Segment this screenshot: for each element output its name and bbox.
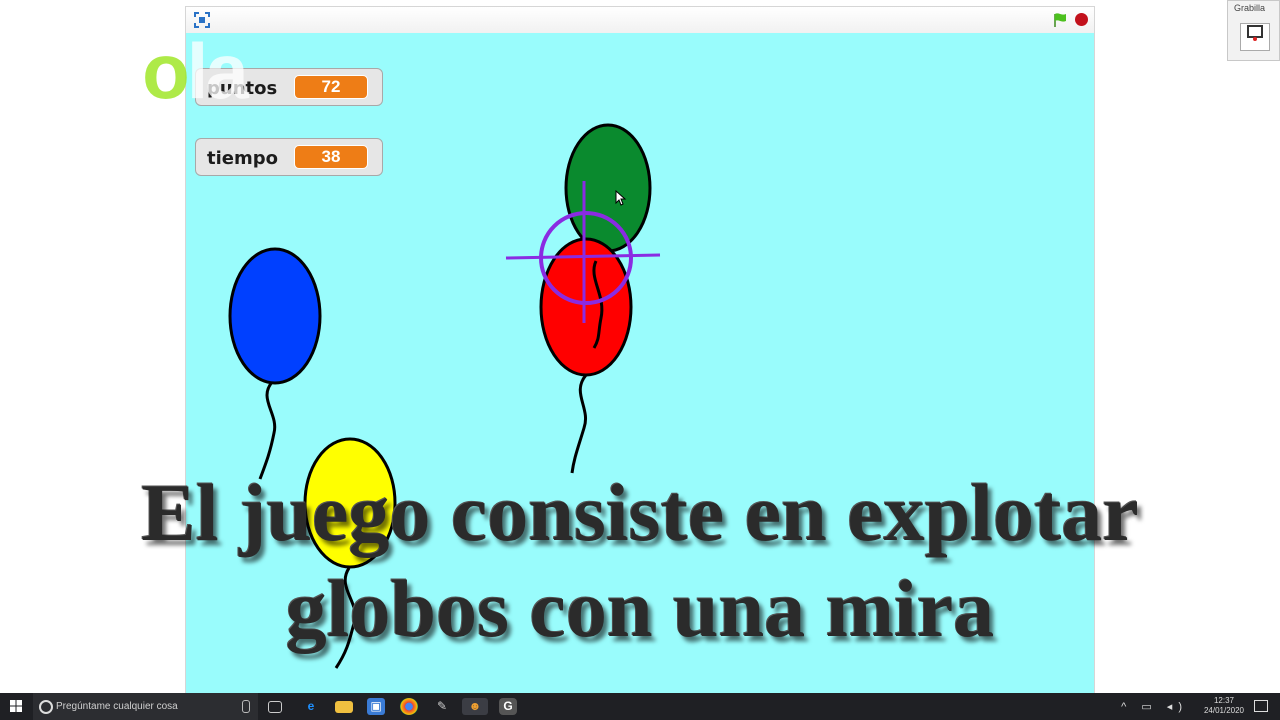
grabilla-app-icon[interactable]: G	[499, 698, 517, 715]
kizoa-watermark-logo: kizola	[47, 32, 249, 110]
search-placeholder: Pregúntame cualquier cosa	[56, 701, 178, 712]
microphone-icon[interactable]	[242, 700, 250, 713]
watermark-part: kiz	[47, 27, 145, 115]
windows-start-icon[interactable]	[10, 700, 22, 712]
balloon-blue[interactable]	[228, 247, 322, 480]
store-icon[interactable]: ▣	[367, 698, 385, 715]
green-flag-icon[interactable]	[1052, 12, 1068, 28]
stage-toolbar	[186, 7, 1094, 34]
system-tray-icons[interactable]: ^ ▭ ◂)	[1121, 700, 1188, 713]
windows-taskbar: Pregúntame cualquier cosa e ▣ ✎ ☻ G ^ ▭ …	[0, 693, 1280, 720]
stop-icon[interactable]	[1075, 13, 1088, 26]
watermark-part: o	[142, 27, 190, 115]
balloon-red[interactable]	[539, 237, 633, 474]
caption-line-2: globos con una mira	[285, 563, 995, 654]
mouse-cursor-icon	[615, 190, 627, 206]
edge-browser-icon[interactable]: e	[302, 698, 320, 715]
task-view-icon[interactable]	[268, 701, 282, 713]
paint-icon[interactable]: ✎	[433, 698, 451, 715]
record-button[interactable]	[1240, 23, 1270, 51]
file-explorer-icon[interactable]	[335, 701, 353, 713]
clock-date: 24/01/2020	[1203, 706, 1244, 715]
clock[interactable]: 12:37 24/01/2020	[1204, 696, 1244, 716]
grabilla-panel: Grabilla	[1227, 0, 1280, 61]
clock-time: 12:37	[1213, 696, 1234, 705]
grabilla-title: Grabilla	[1234, 3, 1266, 13]
cortana-icon	[39, 700, 53, 714]
chrome-icon[interactable]	[400, 698, 418, 715]
taskbar-search-box[interactable]: Pregúntame cualquier cosa	[33, 693, 258, 720]
scratch-app-icon[interactable]: ☻	[462, 698, 488, 715]
watermark-part: la	[186, 27, 249, 115]
fullscreen-icon[interactable]	[194, 12, 210, 28]
record-icon	[1247, 25, 1263, 41]
caption-line-1: El juego consiste en explotar	[141, 467, 1139, 558]
notifications-icon[interactable]	[1254, 700, 1268, 712]
